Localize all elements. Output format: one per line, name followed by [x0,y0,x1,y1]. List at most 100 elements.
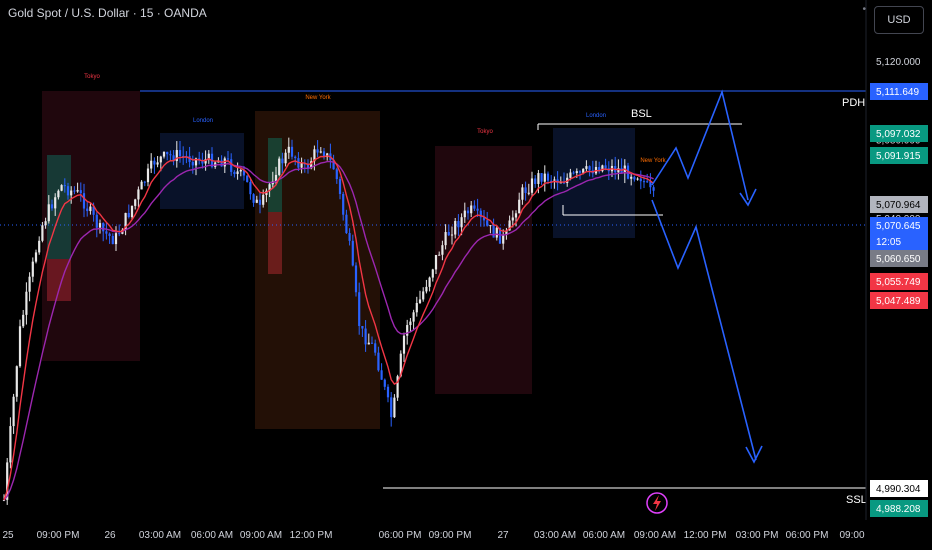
candle-body [118,233,121,235]
candle-body [486,220,489,226]
candle-body [34,252,38,262]
candle-body [390,397,393,418]
lightning-icon[interactable] [646,492,668,514]
candle-body [300,163,303,168]
candle-body [162,151,166,157]
candle-body [86,208,89,212]
candle-body [553,179,556,181]
candle-body [361,325,364,329]
time-axis[interactable]: 25 09:00 PM 26 03:00 AM 06:00 AM 09:00 AM 12:0… [2,530,865,541]
candle-body [476,208,479,211]
candle-body [466,210,470,214]
candle-body [258,199,262,205]
time-tick-label: 09:00 PM [37,530,80,541]
session-label-tokyo-2: Tokyo [477,129,493,135]
candle-body [492,225,495,238]
candle-body [428,277,431,287]
candle-body [12,396,15,427]
candle-body [111,235,114,245]
price-label-text: 5,070.964 [876,200,921,211]
candle-body [457,221,460,228]
candle-body [575,171,578,173]
ssl-label: SSL [846,494,867,506]
price-label-text: 4,990.304 [876,484,921,495]
session-box-tokyo-2 [435,146,532,394]
candle-body [66,186,70,196]
candle-body [230,159,233,172]
candle-body [364,328,367,345]
candle-body [278,158,281,175]
more-dots-icon[interactable]: • [862,4,866,15]
candle-body [166,151,169,155]
candle-body [127,212,130,218]
time-tick-label: 26 [104,530,116,541]
time-tick-label: 06:00 PM [379,530,422,541]
candle-body [386,386,390,398]
candle-body [367,342,370,345]
candle-body [79,190,82,194]
candle-body [543,173,546,182]
candle-body [582,168,585,173]
candle-body [31,261,34,277]
session-boxes: Tokyo London New York Tokyo London New Y… [42,74,667,429]
time-tick-label: 09:00 AM [634,530,676,541]
candle-body [530,178,534,193]
candle-body [25,291,28,315]
candle-body [351,240,354,266]
chart-canvas[interactable]: Tokyo London New York Tokyo London New Y… [0,0,932,550]
time-tick-label: 06:00 PM [786,530,829,541]
candle-body [636,178,639,180]
price-axis[interactable]: 5,120.0005,080.0005,040.0005,020.0005,00… [865,0,928,520]
candle-body [98,223,102,228]
candle-body [585,166,588,169]
candle-body [130,205,134,218]
candle-body [146,168,150,183]
candle-body [105,231,108,234]
candle-body [418,299,422,303]
candle-body [252,194,255,203]
projection-drawings[interactable] [651,89,763,464]
candle-body [377,352,380,371]
candle-body [537,173,540,184]
candle-body [239,169,242,172]
price-label-text: 4,988.208 [876,504,921,515]
candle-body [358,292,361,326]
candle-body [22,314,25,327]
candle-body [114,233,118,245]
pdh-label: PDH [842,97,865,109]
time-tick-label: 03:00 AM [139,530,181,541]
candle-body [134,199,137,206]
candle-body [82,193,86,209]
time-tick-label: 03:00 AM [534,530,576,541]
price-label-text: 5,091.915 [876,151,921,162]
price-label-text: 5,047.489 [876,296,921,307]
candle-body [345,214,348,234]
candle-body [604,165,607,169]
candle-body [412,312,415,322]
candle-body [438,254,441,256]
candle-body [102,223,105,232]
currency-button[interactable]: USD [874,6,924,34]
candle-body [255,199,258,203]
time-tick-label: 12:00 PM [684,530,727,541]
time-tick-label: 06:00 AM [191,530,233,541]
session-label-newyork-2: New York [640,158,666,164]
candle-body [159,156,162,163]
chart-title: Gold Spot / U.S. Dollar · 15 · OANDA [8,6,207,20]
projection-down-path [651,199,757,461]
candle-body [540,173,543,182]
candle-body [383,379,386,387]
candle-body [44,221,47,226]
candle-body [9,426,12,463]
candle-body [447,232,450,236]
candle-body [639,178,642,182]
candle-body [108,233,111,236]
candle-body [374,343,377,353]
candle-body [233,171,236,175]
time-tick-label: 03:00 PM [736,530,779,541]
candle-body [527,192,530,194]
candle-body [89,206,92,212]
candle-body [402,335,406,354]
candle-body [281,158,284,164]
candle-body [284,152,287,164]
